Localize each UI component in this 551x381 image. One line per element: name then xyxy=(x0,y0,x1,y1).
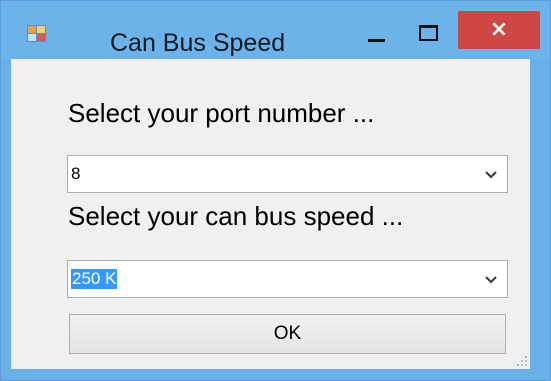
chevron-down-icon[interactable] xyxy=(484,167,498,181)
close-button[interactable]: × xyxy=(458,11,540,49)
title-bar[interactable]: Can Bus Speed × xyxy=(1,1,550,59)
resize-grip-icon[interactable] xyxy=(516,355,528,367)
window-title: Can Bus Speed xyxy=(110,29,286,57)
dialog-content: Select your port number ... 8 Select you… xyxy=(11,59,530,369)
port-select[interactable]: 8 xyxy=(67,155,508,193)
minimize-button[interactable] xyxy=(356,11,396,51)
speed-select-value: 250 K xyxy=(71,269,118,289)
port-select-value: 8 xyxy=(71,164,81,183)
app-window-icon xyxy=(27,25,46,42)
speed-label: Select your can bus speed ... xyxy=(68,201,404,231)
chevron-down-icon[interactable] xyxy=(484,272,498,286)
ok-button[interactable]: OK xyxy=(69,314,506,354)
maximize-button[interactable] xyxy=(406,11,446,51)
dialog-window: Can Bus Speed × Select your port number … xyxy=(0,0,551,381)
port-label: Select your port number ... xyxy=(68,98,375,128)
speed-select[interactable]: 250 K xyxy=(67,260,508,298)
